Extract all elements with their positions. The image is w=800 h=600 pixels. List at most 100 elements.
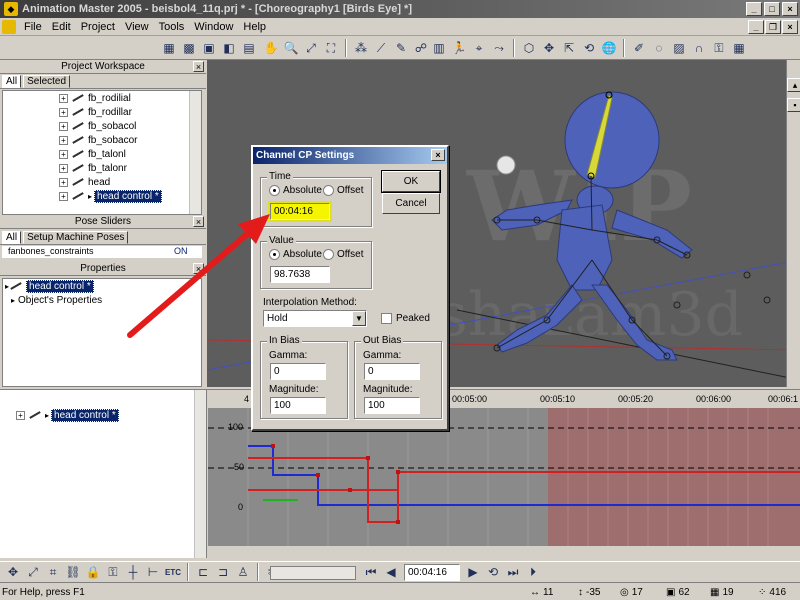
tab-selected[interactable]: Selected xyxy=(23,75,71,88)
tree-item[interactable]: + fb_rodilial xyxy=(59,91,162,105)
choreography-icon[interactable]: ▥ xyxy=(430,39,448,57)
lock-icon[interactable]: 🔒 xyxy=(84,563,102,581)
dialog-close-button[interactable]: × xyxy=(431,149,445,161)
document-icon[interactable] xyxy=(2,19,16,34)
wireframe-icon[interactable]: ▣ xyxy=(200,39,218,57)
scrollbar[interactable] xyxy=(189,91,201,214)
bone-icon xyxy=(71,107,85,117)
scale-icon[interactable]: ⇱ xyxy=(560,39,578,57)
keys-icon[interactable]: ⚿ xyxy=(104,563,122,581)
cancel-button[interactable]: Cancel xyxy=(382,193,440,214)
bottom-toolbar: ✥ ⤢ ⌗ ⛓ 🔒 ⚿ ┼ ⊢ ETC ⊏ ⊐ ♙ ✂ ✕ ⏮ ◀ 00:04:… xyxy=(0,561,800,583)
in-magnitude-input[interactable]: 100 xyxy=(270,397,326,414)
out-gamma-input[interactable]: 0 xyxy=(364,363,420,380)
mdi-close-button[interactable]: × xyxy=(782,20,798,34)
globe-icon[interactable]: 🌐 xyxy=(600,39,618,57)
tree-item[interactable]: + fb_talonl xyxy=(59,147,162,161)
next-frame-icon[interactable]: ▶ xyxy=(464,563,482,581)
prev-frame-icon[interactable]: ◀ xyxy=(382,563,400,581)
close-icon[interactable]: × xyxy=(193,61,204,72)
step-icon[interactable]: ⊢ xyxy=(144,563,162,581)
channel-icon[interactable]: ⊏ xyxy=(194,563,212,581)
rotate-icon[interactable]: ⟲ xyxy=(580,39,598,57)
project-workspace-header: Project Workspace × xyxy=(0,60,206,74)
menu-view[interactable]: View xyxy=(120,21,154,33)
minimize-button[interactable]: _ xyxy=(746,2,762,16)
mdi-restore-button[interactable]: ❐ xyxy=(765,20,781,34)
translate-icon[interactable]: ✥ xyxy=(540,39,558,57)
current-time-field[interactable]: 00:04:16 xyxy=(404,564,460,581)
in-bias-group: In Bias Gamma: 0 Magnitude: 100 xyxy=(260,335,348,419)
pen-icon[interactable]: ✐ xyxy=(630,39,648,57)
out-magnitude-input[interactable]: 100 xyxy=(364,397,420,414)
scale-icon[interactable]: ⤢ xyxy=(24,563,42,581)
in-gamma-input[interactable]: 0 xyxy=(270,363,326,380)
zoom-all-icon[interactable]: ⛶ xyxy=(322,39,340,57)
first-frame-icon[interactable]: ⏮ xyxy=(362,563,380,581)
skeleton-icon[interactable]: ☍ xyxy=(412,39,430,57)
play-icon[interactable]: ⏵ xyxy=(524,563,542,581)
menu-file[interactable]: File xyxy=(19,21,47,33)
snap-icon[interactable]: ⌗ xyxy=(44,563,62,581)
viewport-scroll-up[interactable]: ▴ xyxy=(787,78,800,92)
value-offset-radio[interactable]: Offset xyxy=(323,249,364,260)
menu-edit[interactable]: Edit xyxy=(47,21,76,33)
menu-help[interactable]: Help xyxy=(238,21,271,33)
action-icon[interactable]: 🏃 xyxy=(450,39,468,57)
annotation-arrow xyxy=(127,214,270,338)
zoom-fit-icon[interactable]: ⤢ xyxy=(302,39,320,57)
muscle-icon[interactable]: ✎ xyxy=(392,39,410,57)
manipulate-icon[interactable]: ⬡ xyxy=(520,39,538,57)
render-icon[interactable]: ▦ xyxy=(160,39,178,57)
flat-icon[interactable]: ┼ xyxy=(124,563,142,581)
groups-icon[interactable]: ⁂ xyxy=(352,39,370,57)
baseball[interactable] xyxy=(496,155,516,175)
tree-item[interactable]: + fb_sobacol xyxy=(59,119,162,133)
timeline-tree-item[interactable]: + ▸ head control * xyxy=(0,408,206,422)
loop-icon[interactable]: ⟲ xyxy=(484,563,502,581)
skeletal-icon[interactable]: ⌖ xyxy=(470,39,488,57)
last-frame-icon[interactable]: ⏭ xyxy=(504,563,522,581)
magnet-icon[interactable]: ∩ xyxy=(690,39,708,57)
path-icon[interactable]: ⤳ xyxy=(490,39,508,57)
channel-icon[interactable]: ⊐ xyxy=(214,563,232,581)
filter-icon[interactable]: ▨ xyxy=(670,39,688,57)
tab-all[interactable]: All xyxy=(2,231,22,244)
lasso-icon[interactable]: ◌ xyxy=(650,39,668,57)
hand-pan-icon[interactable]: ✋ xyxy=(262,39,280,57)
tree-item[interactable]: + fb_sobacor xyxy=(59,133,162,147)
menu-project[interactable]: Project xyxy=(76,21,120,33)
move-icon[interactable]: ✥ xyxy=(4,563,22,581)
status-y: ↕ -35 xyxy=(578,586,601,598)
bones-icon[interactable]: ⟋ xyxy=(372,39,390,57)
ok-button[interactable]: OK xyxy=(381,170,441,193)
shaded-icon[interactable]: ◧ xyxy=(220,39,238,57)
tab-all[interactable]: All xyxy=(2,75,22,88)
scrollbar[interactable] xyxy=(194,390,206,558)
frame-slider[interactable] xyxy=(270,566,356,580)
time-absolute-radio[interactable]: Absolute xyxy=(269,185,322,196)
menu-window[interactable]: Window xyxy=(189,21,238,33)
link-icon[interactable]: ⛓ xyxy=(64,563,82,581)
zoom-icon[interactable]: 🔍 xyxy=(282,39,300,57)
render-preview-icon[interactable]: ▩ xyxy=(180,39,198,57)
tree-item[interactable]: + fb_talonr xyxy=(59,161,162,175)
peaked-checkbox[interactable]: Peaked xyxy=(381,313,430,324)
realtime-icon[interactable]: ▤ xyxy=(240,39,258,57)
etc-button[interactable]: ETC xyxy=(164,563,182,581)
mdi-minimize-button[interactable]: _ xyxy=(748,20,764,34)
chevron-down-icon[interactable]: ▼ xyxy=(352,311,366,326)
menu-tools[interactable]: Tools xyxy=(154,21,190,33)
maximize-button[interactable]: □ xyxy=(764,2,780,16)
figure-icon[interactable]: ♙ xyxy=(234,563,252,581)
time-offset-radio[interactable]: Offset xyxy=(323,185,364,196)
key-icon[interactable]: ⚿ xyxy=(710,39,728,57)
close-button[interactable]: × xyxy=(782,2,798,16)
options-icon[interactable]: ▦ xyxy=(730,39,748,57)
arrow-icon: ↔ xyxy=(530,586,540,598)
viewport-option-icon[interactable]: ▪ xyxy=(787,98,800,112)
tree-item[interactable]: + head xyxy=(59,175,162,189)
y-label: 0 xyxy=(238,502,243,512)
tab-setup-machine-poses[interactable]: Setup Machine Poses xyxy=(23,231,129,244)
tree-item[interactable]: + fb_rodillar xyxy=(59,105,162,119)
